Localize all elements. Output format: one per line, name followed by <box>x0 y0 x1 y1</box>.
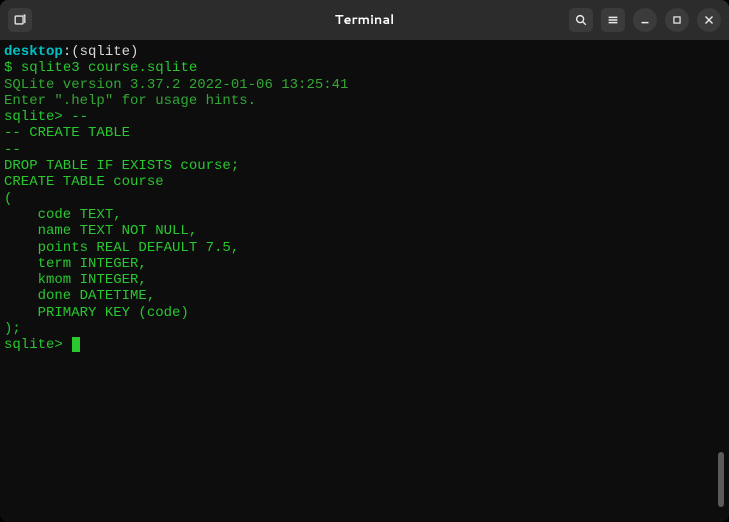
close-button[interactable] <box>697 8 721 32</box>
sql-line: DROP TABLE IF EXISTS course; <box>4 158 725 174</box>
prompt-host: desktop <box>4 44 63 60</box>
scrollbar-thumb[interactable] <box>718 452 724 507</box>
command-line: $ sqlite3 course.sqlite <box>4 60 725 76</box>
sqlite-prompt: sqlite> <box>4 337 71 353</box>
output-hint: Enter ".help" for usage hints. <box>4 93 725 109</box>
prompt-line: desktop:(sqlite) <box>4 44 725 60</box>
cursor <box>72 337 80 352</box>
search-icon <box>574 13 588 27</box>
search-button[interactable] <box>569 8 593 32</box>
menu-button[interactable] <box>601 8 625 32</box>
close-icon <box>702 13 716 27</box>
terminal-window: Terminal <box>0 0 729 522</box>
sql-line: -- CREATE TABLE <box>4 125 725 141</box>
new-tab-icon <box>13 13 27 27</box>
maximize-button[interactable] <box>665 8 689 32</box>
sql-line: ( <box>4 191 725 207</box>
sql-line: done DATETIME, <box>4 288 725 304</box>
new-tab-button[interactable] <box>8 8 32 32</box>
maximize-icon <box>670 13 684 27</box>
sqlite-prompt-line: sqlite> <box>4 337 725 353</box>
sql-text: -- <box>71 109 88 125</box>
prompt-path: (sqlite) <box>71 44 138 60</box>
menu-icon <box>606 13 620 27</box>
minimize-button[interactable] <box>633 8 657 32</box>
sql-line: kmom INTEGER, <box>4 272 725 288</box>
terminal-body[interactable]: desktop:(sqlite) $ sqlite3 course.sqlite… <box>0 40 729 522</box>
sqlite-prompt: sqlite> <box>4 109 71 125</box>
sql-line: term INTEGER, <box>4 256 725 272</box>
entered-command: sqlite3 course.sqlite <box>21 60 197 76</box>
output-version: SQLite version 3.37.2 2022-01-06 13:25:4… <box>4 77 725 93</box>
sql-line: -- <box>4 142 725 158</box>
sql-line: PRIMARY KEY (code) <box>4 305 725 321</box>
sql-line: sqlite> -- <box>4 109 725 125</box>
sql-line: CREATE TABLE course <box>4 174 725 190</box>
window-title: Terminal <box>335 11 395 29</box>
sql-line: name TEXT NOT NULL, <box>4 223 725 239</box>
sql-line: points REAL DEFAULT 7.5, <box>4 240 725 256</box>
sql-line: code TEXT, <box>4 207 725 223</box>
titlebar: Terminal <box>0 0 729 40</box>
minimize-icon <box>638 13 652 27</box>
sql-line: ); <box>4 321 725 337</box>
